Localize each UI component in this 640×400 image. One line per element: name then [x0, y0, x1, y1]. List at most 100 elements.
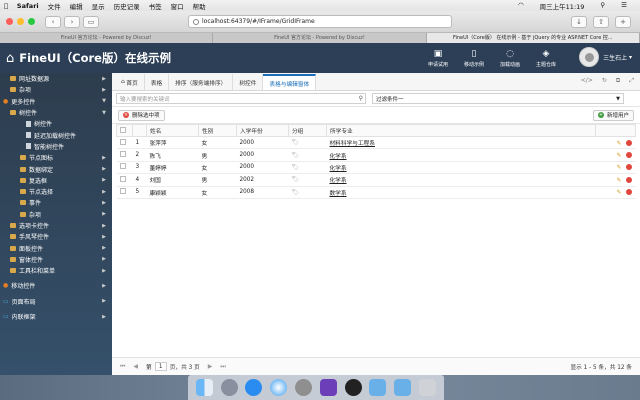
zoom-window-button[interactable] — [28, 18, 35, 25]
col-sex[interactable]: 性别 — [198, 124, 237, 137]
major-link[interactable]: 数学系 — [330, 191, 347, 197]
code-icon[interactable]: </> — [581, 77, 593, 85]
safari-icon[interactable] — [270, 379, 288, 396]
list-icon[interactable]: ☰ — [621, 1, 627, 11]
app-menu[interactable]: Safari — [17, 2, 39, 10]
sidebar-item[interactable]: 复选框 ▶ — [0, 175, 112, 186]
col-group[interactable]: 分组 — [288, 124, 327, 137]
back-button[interactable]: ‹ — [45, 15, 61, 28]
browser-tab-active[interactable]: FineUI（Core版） 在线示例 - 基于 jQuery 的专业 ASP.N… — [426, 33, 640, 43]
sidebar-item[interactable]: 智能树控件 — [0, 141, 112, 152]
edit-icon[interactable]: ✎ — [616, 152, 621, 159]
tab-grid[interactable]: 表格 — [145, 74, 170, 90]
browser-tab[interactable]: FineUI 官方论坛 - Powered by Discuz! — [0, 33, 214, 43]
sidebar-item[interactable]: 树控件 ▼ — [0, 107, 112, 118]
row-checkbox[interactable] — [116, 173, 133, 187]
trial-button[interactable]: ▣ 申请试用 — [420, 43, 456, 73]
sidebar-item[interactable]: 树控件 — [0, 118, 112, 129]
tab-sort[interactable]: 排序（服务端排序） — [169, 74, 234, 90]
next-page-icon[interactable]: ▶ — [208, 363, 213, 370]
checkbox[interactable] — [119, 163, 126, 170]
home-icon[interactable]: ⌂ — [6, 51, 14, 66]
app-store-icon[interactable] — [245, 379, 263, 396]
sidebar-item[interactable]: 节点图标 ▶ — [0, 152, 112, 163]
open-new-icon[interactable]: ⧉ — [616, 77, 620, 85]
row-checkbox[interactable] — [116, 186, 133, 199]
user-menu[interactable]: 三生石上 ▾ — [579, 47, 632, 67]
settings-icon[interactable] — [295, 379, 313, 396]
table-row[interactable]: 4 刘国 男 2002 🏷 化学系 ✎ — [116, 173, 636, 187]
edit-icon[interactable]: ✎ — [616, 164, 621, 171]
tab-tree[interactable]: 树控件 — [233, 74, 264, 90]
major-link[interactable]: 化学系 — [330, 154, 347, 160]
delete-row-icon[interactable] — [625, 139, 632, 146]
delete-selected-button[interactable]: × 删除选中项 — [118, 109, 165, 121]
sidebar-item[interactable]: 杂项 ▶ — [0, 209, 112, 220]
browser-tab[interactable]: FineUI 官方论坛 - Powered by Discuz! — [213, 33, 427, 43]
delete-row-icon[interactable] — [625, 189, 632, 196]
launchpad-icon[interactable] — [220, 379, 238, 396]
checkbox[interactable] — [119, 175, 126, 182]
menu-help[interactable]: 帮助 — [193, 1, 206, 11]
menu-bookmarks[interactable]: 书签 — [149, 1, 162, 11]
menu-view[interactable]: 显示 — [92, 1, 105, 11]
sidebar-item[interactable]: 窗体控件 ▶ — [0, 254, 112, 265]
delete-row-icon[interactable] — [625, 152, 632, 159]
theme-button[interactable]: ◈ 主题仓库 — [528, 43, 564, 73]
checkbox[interactable] — [120, 126, 126, 133]
address-bar[interactable]: localhost:64379/#/IFrame/GridIFrame — [188, 15, 452, 28]
minimize-window-button[interactable] — [17, 18, 24, 25]
close-window-button[interactable] — [6, 18, 13, 25]
menu-history[interactable]: 历史记录 — [114, 1, 140, 11]
select-all-checkbox[interactable] — [116, 124, 133, 137]
page-input[interactable]: 1 — [154, 362, 167, 371]
menu-window[interactable]: 窗口 — [171, 1, 184, 11]
refresh-icon[interactable]: ↻ — [602, 77, 607, 85]
major-link[interactable]: 化学系 — [330, 178, 347, 184]
finder-icon[interactable] — [195, 379, 213, 396]
checkbox[interactable] — [119, 151, 126, 158]
sidebar-section[interactable]: ● 更多控件 ▼ — [0, 96, 112, 107]
menu-edit[interactable]: 编辑 — [70, 1, 83, 11]
search-icon[interactable]: ⚲ — [600, 1, 605, 11]
col-year[interactable]: 入学年份 — [236, 124, 289, 137]
folder-icon[interactable] — [369, 379, 387, 396]
row-checkbox[interactable] — [116, 136, 133, 150]
delete-row-icon[interactable] — [625, 176, 632, 183]
table-row[interactable]: 3 董婷婷 女 2000 🏷 化学系 ✎ — [116, 161, 636, 175]
edit-icon[interactable]: ✎ — [616, 140, 621, 147]
add-user-button[interactable]: + 新增用户 — [592, 109, 634, 121]
col-major[interactable]: 所学专业 — [326, 124, 596, 137]
download-button[interactable]: ↓ — [571, 15, 587, 28]
checkbox[interactable] — [119, 188, 126, 195]
checkbox[interactable] — [119, 138, 126, 145]
sidebar-item[interactable]: 工具栏和菜单 ▶ — [0, 265, 112, 276]
sidebar-item[interactable]: 事件 ▶ — [0, 197, 112, 208]
expand-icon[interactable]: ⤢ — [629, 77, 634, 85]
major-link[interactable]: 材料科学与工程系 — [330, 141, 376, 147]
sidebar-toggle-button[interactable]: ▭ — [83, 15, 99, 28]
sidebar-item[interactable]: 延迟加载树控件 — [0, 129, 112, 140]
sidebar-item[interactable]: 面板控件 ▶ — [0, 242, 112, 253]
search-icon[interactable]: ⚲ — [359, 95, 363, 102]
cell-major[interactable]: 化学系 — [326, 161, 596, 175]
cell-major[interactable]: 材料科学与工程系 — [326, 136, 596, 150]
table-row[interactable]: 2 陈飞 男 2000 🏷 化学系 ✎ — [116, 148, 636, 162]
edit-icon[interactable]: ✎ — [616, 177, 621, 184]
col-name[interactable]: 姓名 — [146, 124, 199, 137]
sidebar-item[interactable]: 网址数据源 ▶ — [0, 73, 112, 84]
menu-file[interactable]: 文件 — [48, 1, 61, 11]
cell-major[interactable]: 化学系 — [326, 173, 596, 187]
sidebar-section[interactable]: ▭ 页面布局 ▶ — [0, 296, 112, 307]
major-link[interactable]: 化学系 — [330, 166, 347, 172]
sidebar-item[interactable]: 杂项 ▶ — [0, 84, 112, 95]
sidebar-item[interactable]: 数据绑定 ▶ — [0, 163, 112, 174]
trash-icon[interactable] — [419, 379, 437, 396]
cell-major[interactable]: 数学系 — [326, 186, 596, 199]
row-checkbox[interactable] — [116, 161, 133, 175]
share-button[interactable]: ⇧ — [593, 15, 609, 28]
loading-anim-button[interactable]: ◌ 加载动画 — [492, 43, 528, 73]
sidebar-item[interactable]: 选项卡控件 ▶ — [0, 220, 112, 231]
wifi-icon[interactable]: ◠ — [518, 1, 524, 11]
sidebar-item[interactable]: 节点选择 ▶ — [0, 186, 112, 197]
